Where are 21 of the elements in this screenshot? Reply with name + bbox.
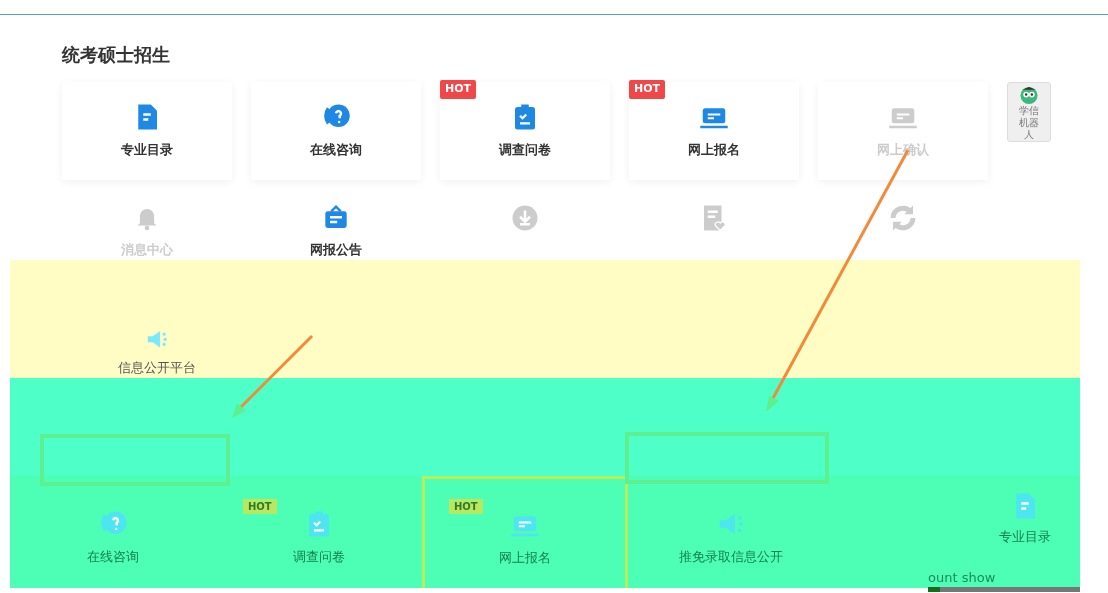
nav-tab[interactable]: 推免录取信息公开	[628, 476, 834, 588]
service-card[interactable]: 在线咨询	[251, 82, 421, 180]
service-item[interactable]: 网报公告	[251, 202, 421, 260]
caption-text: ount show	[928, 570, 996, 585]
hot-badge: HOT	[449, 499, 483, 514]
refresh-icon	[888, 203, 918, 233]
download-icon	[510, 203, 540, 233]
service-card[interactable]: HOT 网上报名	[629, 82, 799, 180]
hot-badge: HOT	[243, 499, 277, 514]
section-title: 统考硕士招生	[62, 43, 171, 67]
hot-badge: HOT	[440, 80, 477, 99]
service-item[interactable]: 信息公开平台	[72, 326, 242, 378]
owl-icon	[1019, 86, 1039, 105]
service-card[interactable]: HOT 调查问卷	[440, 82, 610, 180]
robot-button[interactable]: 学信机器人	[1007, 82, 1051, 142]
service-card[interactable]: 专业目录	[62, 82, 232, 180]
nav-tab[interactable]: 专业目录	[970, 476, 1080, 562]
nav-tab[interactable]: HOT 调查问卷	[216, 476, 422, 588]
hot-badge: HOT	[629, 80, 666, 99]
nav-tab[interactable]: 在线咨询	[10, 476, 216, 588]
nav-tab[interactable]: HOT 网上报名	[422, 476, 628, 588]
